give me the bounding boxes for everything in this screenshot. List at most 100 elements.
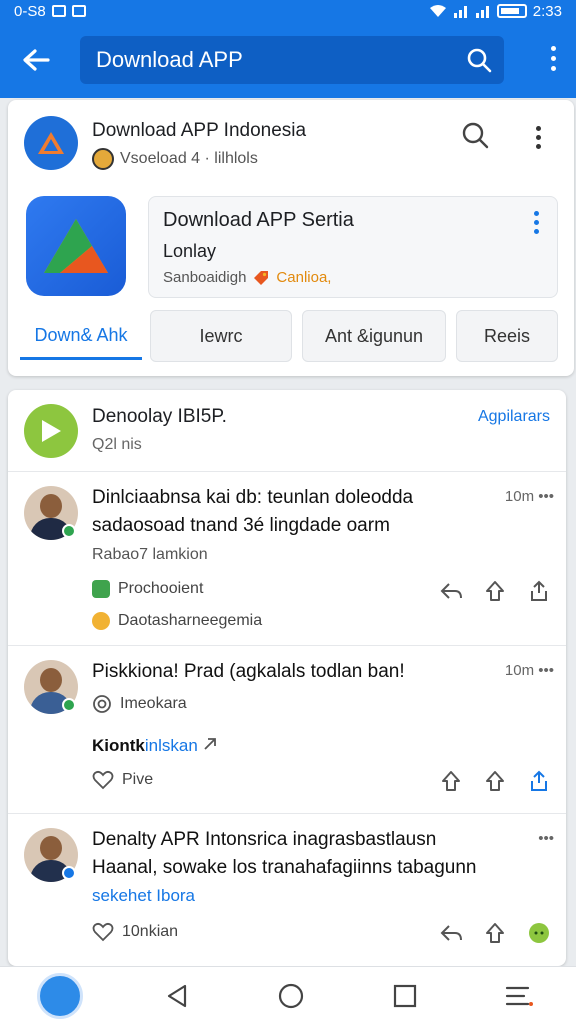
- post-highlight-bold: Kiontk: [92, 736, 145, 755]
- triangle-back-icon: [167, 984, 187, 1007]
- promo-title: Download APP Sertia: [163, 209, 354, 231]
- post-time[interactable]: 10m •••: [505, 662, 554, 679]
- status-time: 2:33: [532, 2, 562, 20]
- share-button[interactable]: [482, 768, 508, 794]
- like-button[interactable]: 10nkian: [92, 922, 178, 942]
- post-link[interactable]: sekehet Ibora: [92, 882, 195, 910]
- feed-header: Denoolay IBI5P. Q2l nis Agpilarars: [8, 390, 566, 472]
- post-highlight-line: Kiontkinlskan: [92, 732, 217, 760]
- overflow-menu-button[interactable]: [551, 46, 556, 71]
- feed-post[interactable]: ••• Denalty APR Intonsrica inagrasbastla…: [8, 814, 566, 966]
- nav-menu-button[interactable]: [499, 976, 539, 1016]
- post-reaction-label: Daotasharneegemia: [118, 612, 263, 629]
- post-actions: [438, 920, 552, 946]
- reply-icon: [440, 583, 462, 599]
- upload-icon: [531, 580, 547, 601]
- signal-icon-2: [475, 6, 489, 18]
- tab-review[interactable]: Iewrc: [150, 310, 292, 362]
- feed-play-button[interactable]: [24, 404, 78, 458]
- feed-post[interactable]: 10m ••• Piskkiona! Prad (agkalals todlan…: [8, 646, 566, 814]
- like-label: Pive: [122, 771, 154, 788]
- like-label: 10nkian: [122, 923, 179, 940]
- post-text-line: Denalty APR Intonsrica inagrasbastlausn: [92, 829, 437, 850]
- search-icon[interactable]: [460, 120, 490, 150]
- status-badge-button[interactable]: [526, 920, 552, 946]
- promo-meta-highlight: Canlioa,: [276, 269, 332, 286]
- post-text-line: Piskkiona! Prad (agkalals todlan ban!: [92, 661, 405, 682]
- feed-post[interactable]: 10m ••• Dinlciaabnsa kai db: teunlan dol…: [8, 472, 566, 646]
- reply-button[interactable]: [438, 578, 464, 604]
- app-logo-icon: [38, 132, 64, 154]
- app-subtitle-text: Vsoeload 4 · lilhlols: [120, 150, 258, 167]
- post-attachment-row[interactable]: Prochooient: [92, 580, 203, 598]
- tab-more[interactable]: Reeis: [456, 310, 558, 362]
- search-input[interactable]: Download APP: [80, 36, 504, 84]
- play-icon: [42, 420, 61, 442]
- upload-icon: [531, 770, 547, 791]
- app-bar: Download APP: [0, 22, 576, 98]
- post-meta: Imeokara: [120, 695, 187, 712]
- post-attachment-label: Prochooient: [118, 580, 204, 597]
- verified-icon: [62, 866, 76, 880]
- promo-line: Lonlay: [163, 241, 217, 261]
- like-button[interactable]: Pive: [92, 770, 153, 790]
- at-icon: [93, 695, 111, 713]
- developer-avatar: [92, 148, 114, 170]
- app-triangle-icon: [44, 219, 108, 273]
- back-button[interactable]: [0, 22, 72, 98]
- upload-button[interactable]: [526, 578, 552, 604]
- arrow-up-right-icon: [203, 738, 216, 750]
- tab-download[interactable]: Down& Ahk: [20, 314, 142, 360]
- post-reaction-row[interactable]: Daotasharneegemia: [92, 612, 262, 630]
- reply-button[interactable]: [438, 920, 464, 946]
- share-icon: [486, 771, 504, 791]
- app-icon-large[interactable]: [26, 196, 126, 296]
- wifi-icon: [429, 5, 446, 17]
- message-icon: [71, 5, 86, 17]
- post-text-line: Haanal, sowake los tranahafagiinns tabag…: [92, 857, 477, 878]
- post-text-line: sadaosoad tnand 3é lingdade oarm: [92, 515, 390, 536]
- post-meta: Rabao7 lamkion: [92, 546, 208, 563]
- upload-button[interactable]: [526, 768, 552, 794]
- bottom-navigation: [0, 966, 576, 1024]
- share-icon: [442, 771, 460, 791]
- share-icon: [486, 581, 504, 601]
- feed-title: Denoolay IBI5P.: [92, 406, 227, 427]
- signal-icon: [453, 6, 467, 18]
- arrow-left-icon: [23, 49, 50, 71]
- feed-action-link[interactable]: Agpilarars: [478, 408, 550, 426]
- nav-home-button[interactable]: [271, 976, 311, 1016]
- share-icon: [486, 923, 504, 943]
- app-chip-icon: [92, 580, 110, 598]
- promo-meta-left: Sanboaidigh: [163, 269, 247, 286]
- nav-recents-button[interactable]: [385, 976, 425, 1016]
- circle-home-icon: [278, 983, 304, 1008]
- post-highlight-link[interactable]: inlskan: [145, 736, 198, 755]
- share-button[interactable]: [438, 768, 464, 794]
- app-header-card: Download APP Indonesia Vsoeload 4 · lilh…: [8, 100, 574, 376]
- status-left-text: 0-S8: [14, 2, 46, 20]
- feed-subtitle: Q2l nis: [92, 436, 142, 453]
- post-text-line: Dinlciaabnsa kai db: teunlan doleodda: [92, 487, 414, 508]
- header-more-button[interactable]: [536, 126, 541, 149]
- app-logo[interactable]: [24, 116, 78, 170]
- promo-card[interactable]: Download APP Sertia Lonlay Sanboaidigh C…: [148, 196, 558, 298]
- tab-info[interactable]: Ant &igunun: [302, 310, 446, 362]
- post-time[interactable]: 10m •••: [505, 488, 554, 505]
- nav-back-button[interactable]: [157, 976, 197, 1016]
- app-subtitle: Vsoeload 4 · lilhlols: [92, 148, 258, 170]
- profile-avatar[interactable]: [37, 972, 83, 1019]
- post-actions: [438, 768, 552, 794]
- online-status-icon: [62, 524, 76, 538]
- online-status-icon: [62, 698, 76, 712]
- search-query: Download APP: [96, 47, 243, 72]
- heart-icon: [92, 770, 114, 790]
- search-icon[interactable]: [466, 47, 492, 73]
- promo-meta: Sanboaidigh Canlioa,: [163, 269, 331, 286]
- post-time[interactable]: •••: [538, 830, 554, 847]
- feed-card: Denoolay IBI5P. Q2l nis Agpilarars 10m •…: [8, 390, 566, 966]
- share-button[interactable]: [482, 578, 508, 604]
- share-button[interactable]: [482, 920, 508, 946]
- reply-icon: [440, 925, 462, 941]
- promo-more-button[interactable]: [534, 211, 539, 234]
